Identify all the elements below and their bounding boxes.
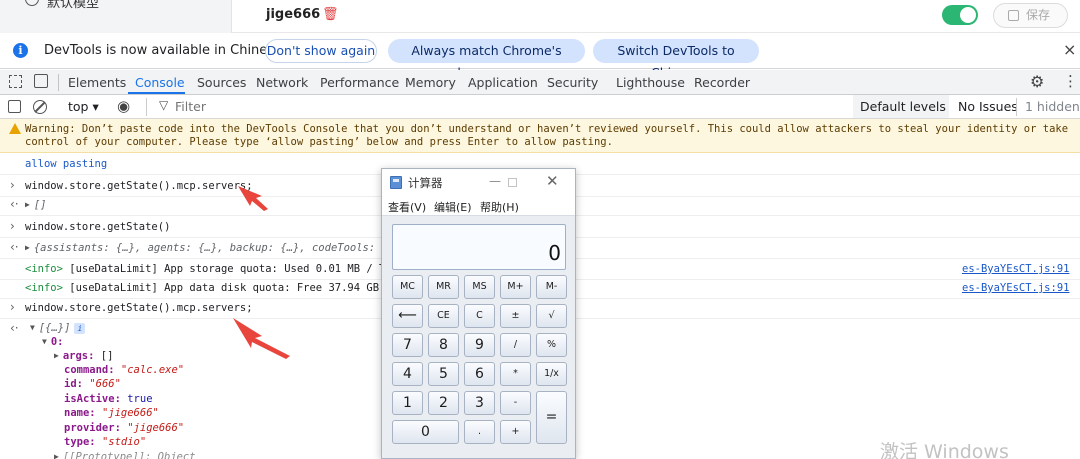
calculator-app-icon — [390, 176, 402, 189]
key-plus[interactable]: + — [500, 420, 531, 444]
key-c[interactable]: C — [464, 304, 495, 328]
key-multiply[interactable]: * — [500, 362, 531, 386]
key-9[interactable]: 9 — [464, 333, 495, 357]
key-8[interactable]: 8 — [428, 333, 459, 357]
key-backspace[interactable]: ⟵ — [392, 304, 423, 328]
key-percent[interactable]: % — [536, 333, 567, 357]
key-m-plus[interactable]: M+ — [500, 275, 531, 299]
key-4[interactable]: 4 — [392, 362, 423, 386]
key-equals[interactable]: = — [536, 391, 567, 444]
calculator-menubar: 查看(V) 编辑(E) 帮助(H) — [382, 196, 575, 216]
key-divide[interactable]: / — [500, 333, 531, 357]
activate-windows-watermark: 激活 Windows — [880, 441, 1009, 459]
key-decimal[interactable]: . — [464, 420, 495, 444]
key-ce[interactable]: CE — [428, 304, 459, 328]
key-plus-minus[interactable]: ± — [500, 304, 531, 328]
key-reciprocal[interactable]: 1/x — [536, 362, 567, 386]
red-arrow-icon — [238, 186, 268, 211]
close-icon[interactable]: ✕ — [546, 172, 559, 190]
key-5[interactable]: 5 — [428, 362, 459, 386]
key-6[interactable]: 6 — [464, 362, 495, 386]
key-0[interactable]: 0 — [392, 420, 459, 444]
key-7[interactable]: 7 — [392, 333, 423, 357]
calculator-window[interactable]: 计算器 — ✕ 查看(V) 编辑(E) 帮助(H) 0 MC MR MS M+ … — [381, 168, 576, 459]
key-minus[interactable]: - — [500, 391, 531, 415]
menu-help[interactable]: 帮助(H) — [480, 199, 519, 215]
key-1[interactable]: 1 — [392, 391, 423, 415]
maximize-icon[interactable] — [508, 178, 517, 187]
menu-view[interactable]: 查看(V) — [388, 199, 426, 215]
menu-edit[interactable]: 编辑(E) — [434, 199, 472, 215]
key-3[interactable]: 3 — [464, 391, 495, 415]
display-value: 0 — [548, 241, 561, 265]
calculator-display: 0 — [392, 224, 566, 270]
minimize-icon[interactable]: — — [489, 174, 501, 188]
key-m-minus[interactable]: M- — [536, 275, 567, 299]
red-arrow-icon — [233, 318, 290, 359]
key-2[interactable]: 2 — [428, 391, 459, 415]
calculator-title: 计算器 — [408, 176, 443, 190]
key-mc[interactable]: MC — [392, 275, 423, 299]
key-sqrt[interactable]: √ — [536, 304, 567, 328]
key-ms[interactable]: MS — [464, 275, 495, 299]
calculator-titlebar[interactable]: 计算器 — ✕ — [382, 169, 575, 196]
key-mr[interactable]: MR — [428, 275, 459, 299]
